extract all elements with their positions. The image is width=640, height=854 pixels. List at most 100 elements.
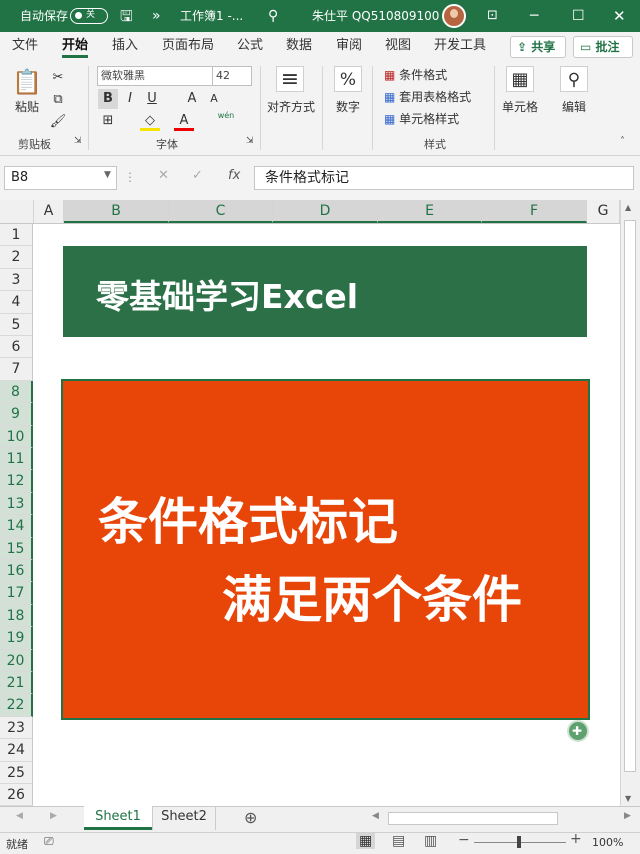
column-header[interactable]: G bbox=[587, 200, 620, 223]
row-header[interactable]: 12 bbox=[0, 470, 33, 493]
formula-input[interactable]: 条件格式标记 bbox=[254, 166, 634, 190]
tab-file[interactable]: 文件 bbox=[12, 32, 38, 60]
column-header[interactable]: A bbox=[34, 200, 64, 223]
underline-button[interactable]: U bbox=[142, 89, 162, 109]
vertical-scroll-thumb[interactable] bbox=[624, 220, 636, 772]
page-layout-view-icon[interactable]: ▤ bbox=[392, 833, 405, 849]
prev-sheet-icon[interactable]: ◀ bbox=[16, 811, 23, 821]
cut-icon[interactable]: ✂ bbox=[48, 68, 68, 88]
share-button[interactable]: ⇪ 共享 bbox=[510, 36, 566, 58]
tab-review[interactable]: 审阅 bbox=[336, 32, 362, 60]
column-header[interactable]: D bbox=[273, 200, 378, 223]
column-header[interactable]: F bbox=[482, 200, 587, 223]
more-commands-icon[interactable]: » bbox=[152, 0, 161, 32]
format-painter-icon[interactable]: 🖌 bbox=[48, 112, 68, 132]
font-launcher-icon[interactable]: ⇲ bbox=[246, 136, 254, 146]
zoom-level[interactable]: 100% bbox=[592, 836, 623, 849]
copy-icon[interactable]: ⧉ bbox=[48, 90, 68, 110]
borders-icon[interactable]: ⊞ bbox=[98, 111, 118, 131]
row-header[interactable]: 19 bbox=[0, 627, 33, 650]
hscroll-right-icon[interactable]: ▶ bbox=[624, 811, 631, 821]
row-header[interactable]: 20 bbox=[0, 649, 33, 672]
page-break-view-icon[interactable]: ▥ bbox=[424, 833, 437, 849]
row-header[interactable]: 4 bbox=[0, 291, 33, 314]
horizontal-scroll-thumb[interactable] bbox=[388, 812, 558, 825]
zoom-slider-thumb[interactable] bbox=[517, 836, 521, 848]
close-icon[interactable]: ✕ bbox=[613, 0, 626, 32]
grow-font-button[interactable]: A bbox=[182, 89, 202, 109]
name-box[interactable]: B8 bbox=[4, 166, 117, 190]
row-header[interactable]: 18 bbox=[0, 604, 33, 628]
column-header[interactable]: C bbox=[169, 200, 273, 223]
zoom-out-icon[interactable]: − bbox=[458, 832, 470, 848]
font-name-box[interactable]: 微软雅黑 bbox=[97, 66, 213, 86]
next-sheet-icon[interactable]: ▶ bbox=[50, 811, 57, 821]
row-header[interactable]: 16 bbox=[0, 560, 33, 583]
enter-icon[interactable]: ✓ bbox=[192, 168, 203, 183]
row-header[interactable]: 24 bbox=[0, 739, 33, 762]
shrink-font-button[interactable]: A bbox=[204, 89, 224, 109]
save-icon[interactable]: 🖫 bbox=[120, 0, 133, 32]
zoom-in-icon[interactable]: + bbox=[570, 831, 582, 847]
cancel-icon[interactable]: ✕ bbox=[158, 168, 169, 183]
sheet-tab-sheet2[interactable]: Sheet2 bbox=[152, 806, 216, 830]
sheet-tab-sheet1[interactable]: Sheet1 bbox=[84, 806, 152, 830]
font-size-box[interactable]: 42 bbox=[212, 66, 252, 86]
row-header[interactable]: 2 bbox=[0, 246, 33, 269]
tab-page-layout[interactable]: 页面布局 bbox=[162, 32, 214, 60]
row-header[interactable]: 7 bbox=[0, 358, 33, 381]
scroll-down-icon[interactable]: ▼ bbox=[625, 794, 631, 803]
tab-data[interactable]: 数据 bbox=[286, 32, 312, 60]
row-header[interactable]: 13 bbox=[0, 492, 33, 516]
bold-button[interactable]: B bbox=[98, 89, 118, 109]
row-header[interactable]: 1 bbox=[0, 224, 33, 247]
number-button[interactable]: 数字 bbox=[334, 98, 362, 115]
scroll-up-icon[interactable]: ▲ bbox=[625, 203, 631, 212]
row-header[interactable]: 6 bbox=[0, 336, 33, 359]
phonetic-button[interactable]: wén bbox=[216, 111, 236, 131]
tab-home[interactable]: 开始 bbox=[62, 32, 89, 60]
insert-function-button[interactable]: fx bbox=[228, 168, 240, 183]
italic-button[interactable]: I bbox=[120, 89, 140, 109]
cells-button[interactable]: 单元格 bbox=[500, 98, 540, 115]
minimize-icon[interactable]: ─ bbox=[530, 0, 538, 32]
column-header[interactable]: B bbox=[64, 200, 169, 223]
tab-formulas[interactable]: 公式 bbox=[237, 32, 263, 60]
row-header[interactable]: 10 bbox=[0, 425, 33, 448]
fill-handle-cursor-icon[interactable] bbox=[567, 720, 589, 742]
font-color-button[interactable]: A bbox=[174, 111, 194, 131]
row-header[interactable]: 22 bbox=[0, 694, 33, 717]
row-header[interactable]: 26 bbox=[0, 784, 33, 807]
row-header[interactable]: 15 bbox=[0, 537, 33, 560]
select-all-corner[interactable] bbox=[0, 200, 34, 223]
row-header[interactable]: 5 bbox=[0, 313, 33, 336]
paste-button[interactable]: 粘贴 bbox=[12, 98, 42, 115]
collapse-ribbon-icon[interactable]: ˄ bbox=[620, 136, 625, 147]
row-header[interactable]: 14 bbox=[0, 515, 33, 538]
ribbon-display-icon[interactable]: ⊡ bbox=[487, 0, 498, 32]
row-header[interactable]: 17 bbox=[0, 582, 33, 605]
format-as-table-button[interactable]: ▦ 套用表格格式 bbox=[384, 88, 471, 105]
row-header[interactable]: 9 bbox=[0, 403, 33, 426]
row-header[interactable]: 11 bbox=[0, 448, 33, 471]
hscroll-left-icon[interactable]: ◀ bbox=[372, 811, 379, 821]
paste-icon[interactable]: 📋 bbox=[12, 68, 42, 96]
tab-insert[interactable]: 插入 bbox=[112, 32, 138, 60]
editing-button[interactable]: 编辑 bbox=[560, 98, 588, 115]
autosave-toggle[interactable]: 关 bbox=[70, 8, 108, 24]
tab-view[interactable]: 视图 bbox=[385, 32, 411, 60]
fill-color-icon[interactable]: ◇ bbox=[140, 111, 160, 131]
comments-button[interactable]: ▭ 批注 bbox=[573, 36, 633, 58]
row-header[interactable]: 3 bbox=[0, 268, 33, 292]
search-icon[interactable]: ⚲ bbox=[268, 0, 278, 32]
macro-record-icon[interactable]: ⎚ bbox=[44, 834, 54, 849]
avatar[interactable] bbox=[442, 4, 466, 28]
normal-view-icon[interactable]: ▦ bbox=[356, 833, 376, 849]
alignment-button[interactable]: 对齐方式 bbox=[266, 98, 316, 115]
add-sheet-icon[interactable]: ⊕ bbox=[244, 808, 257, 827]
maximize-icon[interactable]: ☐ bbox=[572, 0, 585, 32]
tab-developer[interactable]: 开发工具 bbox=[434, 32, 486, 60]
conditional-format-button[interactable]: ▦ 条件格式 bbox=[384, 66, 447, 83]
row-header[interactable]: 8 bbox=[0, 380, 33, 404]
row-header[interactable]: 21 bbox=[0, 672, 33, 695]
